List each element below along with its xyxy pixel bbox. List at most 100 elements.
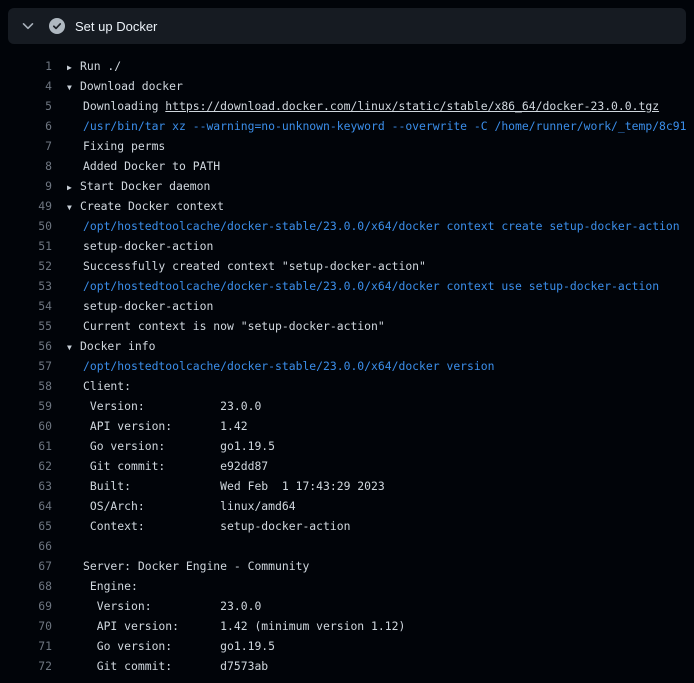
log-text [52, 536, 83, 556]
line-number[interactable]: 58 [0, 376, 52, 396]
log-line: 1▶Run ./ [0, 56, 694, 76]
line-number[interactable]: 65 [0, 516, 52, 536]
line-number[interactable]: 49 [0, 196, 52, 216]
log-line: 57/opt/hostedtoolcache/docker-stable/23.… [0, 356, 694, 376]
step-header-wrap: Set up Docker [0, 0, 694, 44]
line-number[interactable]: 56 [0, 336, 52, 356]
log-group-header[interactable]: ▼Create Docker context [52, 196, 224, 216]
line-number[interactable]: 53 [0, 276, 52, 296]
log-command-text: /opt/hostedtoolcache/docker-stable/23.0.… [52, 276, 659, 296]
line-number[interactable]: 4 [0, 76, 52, 96]
line-number[interactable]: 51 [0, 236, 52, 256]
log-text: Go version: go1.19.5 [52, 636, 275, 656]
line-number[interactable]: 63 [0, 476, 52, 496]
log-line: 51setup-docker-action [0, 236, 694, 256]
line-number[interactable]: 8 [0, 156, 52, 176]
line-number[interactable]: 69 [0, 596, 52, 616]
log-line: 55Current context is now "setup-docker-a… [0, 316, 694, 336]
log-group-header[interactable]: ▶Start Docker daemon [52, 176, 210, 196]
log-line: 61 Go version: go1.19.5 [0, 436, 694, 456]
log-text: Go version: go1.19.5 [52, 436, 275, 456]
log-line: 68 Engine: [0, 576, 694, 596]
line-number[interactable]: 6 [0, 116, 52, 136]
log-command-text: /opt/hostedtoolcache/docker-stable/23.0.… [52, 356, 494, 376]
line-number[interactable]: 61 [0, 436, 52, 456]
log-line: 67Server: Docker Engine - Community [0, 556, 694, 576]
log-link[interactable]: https://download.docker.com/linux/static… [165, 99, 659, 113]
log-line: 5Downloading https://download.docker.com… [0, 96, 694, 116]
log-line: 8Added Docker to PATH [0, 156, 694, 176]
line-number[interactable]: 62 [0, 456, 52, 476]
line-number[interactable]: 70 [0, 616, 52, 636]
log-command-text: /usr/bin/tar xz --warning=no-unknown-key… [52, 116, 686, 136]
line-number[interactable]: 50 [0, 216, 52, 236]
group-expanded-arrow-icon[interactable]: ▼ [67, 338, 80, 356]
log-group-header[interactable]: ▼Download docker [52, 76, 183, 96]
line-number[interactable]: 7 [0, 136, 52, 156]
log-command-text: /opt/hostedtoolcache/docker-stable/23.0.… [52, 216, 680, 236]
log-group-header[interactable]: ▶Run ./ [52, 56, 121, 76]
log-line: 60 API version: 1.42 [0, 416, 694, 436]
log-line: 9▶Start Docker daemon [0, 176, 694, 196]
log-line: 4▼Download docker [0, 76, 694, 96]
line-number[interactable]: 68 [0, 576, 52, 596]
log-line: 66 [0, 536, 694, 556]
group-expanded-arrow-icon[interactable]: ▼ [67, 78, 80, 96]
log-text: Added Docker to PATH [52, 156, 220, 176]
line-number[interactable]: 55 [0, 316, 52, 336]
log-text: Downloading https://download.docker.com/… [52, 96, 659, 116]
line-number[interactable]: 5 [0, 96, 52, 116]
line-number[interactable]: 1 [0, 56, 52, 76]
log-text: Version: 23.0.0 [52, 396, 261, 416]
log-text: Built: Wed Feb 1 17:43:29 2023 [52, 476, 385, 496]
log-line: 53/opt/hostedtoolcache/docker-stable/23.… [0, 276, 694, 296]
line-number[interactable]: 64 [0, 496, 52, 516]
log-line: 56▼Docker info [0, 336, 694, 356]
log-lines: 1▶Run ./4▼Download docker5Downloading ht… [0, 44, 694, 676]
log-text: Context: setup-docker-action [52, 516, 350, 536]
check-circle-icon [49, 18, 65, 34]
log-text: Git commit: e92dd87 [52, 456, 268, 476]
log-text: Git commit: d7573ab [52, 656, 268, 676]
log-line: 52Successfully created context "setup-do… [0, 256, 694, 276]
line-number[interactable]: 52 [0, 256, 52, 276]
log-text: API version: 1.42 [52, 416, 248, 436]
log-text: Successfully created context "setup-dock… [52, 256, 426, 276]
line-number[interactable]: 71 [0, 636, 52, 656]
line-number[interactable]: 59 [0, 396, 52, 416]
log-line: 65 Context: setup-docker-action [0, 516, 694, 536]
line-number[interactable]: 54 [0, 296, 52, 316]
chevron-down-icon[interactable] [20, 18, 36, 34]
log-text: Fixing perms [52, 136, 165, 156]
line-number[interactable]: 67 [0, 556, 52, 576]
log-line: 58Client: [0, 376, 694, 396]
log-line: 59 Version: 23.0.0 [0, 396, 694, 416]
log-group-header[interactable]: ▼Docker info [52, 336, 155, 356]
log-text: OS/Arch: linux/amd64 [52, 496, 296, 516]
log-text: API version: 1.42 (minimum version 1.12) [52, 616, 405, 636]
log-line: 62 Git commit: e92dd87 [0, 456, 694, 476]
line-number[interactable]: 72 [0, 656, 52, 676]
line-number[interactable]: 57 [0, 356, 52, 376]
log-line: 50/opt/hostedtoolcache/docker-stable/23.… [0, 216, 694, 236]
line-number[interactable]: 60 [0, 416, 52, 436]
step-title: Set up Docker [75, 19, 157, 34]
log-line: 71 Go version: go1.19.5 [0, 636, 694, 656]
group-expanded-arrow-icon[interactable]: ▼ [67, 198, 80, 216]
log-text: Engine: [52, 576, 138, 596]
log-line: 72 Git commit: d7573ab [0, 656, 694, 676]
log-line: 70 API version: 1.42 (minimum version 1.… [0, 616, 694, 636]
log-line: 6/usr/bin/tar xz --warning=no-unknown-ke… [0, 116, 694, 136]
step-header[interactable]: Set up Docker [8, 8, 686, 44]
group-collapsed-arrow-icon[interactable]: ▶ [67, 178, 80, 196]
log-line: 49▼Create Docker context [0, 196, 694, 216]
log-line: 63 Built: Wed Feb 1 17:43:29 2023 [0, 476, 694, 496]
line-number[interactable]: 66 [0, 536, 52, 556]
log-text: setup-docker-action [52, 296, 213, 316]
group-collapsed-arrow-icon[interactable]: ▶ [67, 58, 80, 76]
log-text: Version: 23.0.0 [52, 596, 261, 616]
log-text: Client: [52, 376, 131, 396]
log-line: 54setup-docker-action [0, 296, 694, 316]
log-line: 64 OS/Arch: linux/amd64 [0, 496, 694, 516]
line-number[interactable]: 9 [0, 176, 52, 196]
